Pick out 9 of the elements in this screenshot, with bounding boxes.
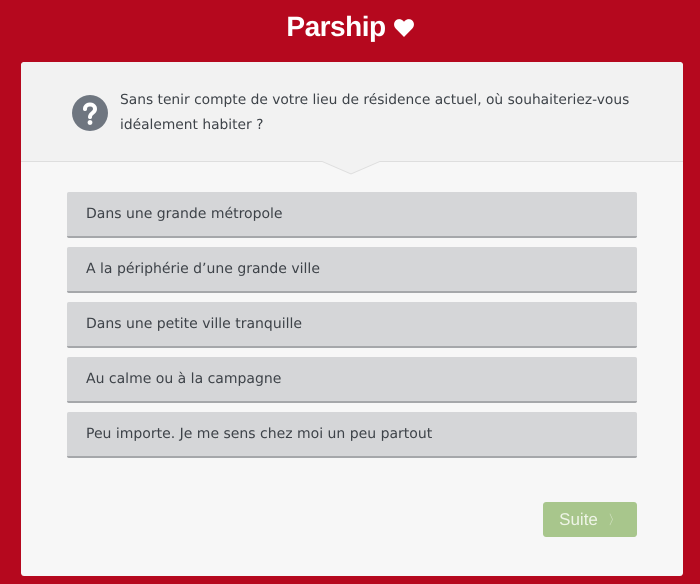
answer-option[interactable]: Peu importe. Je me sens chez moi un peu partout (67, 412, 637, 458)
answer-option[interactable]: Dans une petite ville tranquille (67, 302, 637, 348)
logo-text: Parship (286, 10, 386, 44)
answer-option[interactable]: A la périphérie d’une grande ville (67, 247, 637, 293)
heart-icon (394, 19, 414, 37)
help-icon (72, 94, 108, 130)
answer-option[interactable]: Au calme ou à la campagne (67, 357, 637, 403)
question-text: Sans tenir compte de votre lieu de résidence actuel, où souhaiteriez-vous idéalement habiter ? (120, 90, 630, 134)
answer-option[interactable]: Dans une grande métropole (67, 192, 637, 238)
